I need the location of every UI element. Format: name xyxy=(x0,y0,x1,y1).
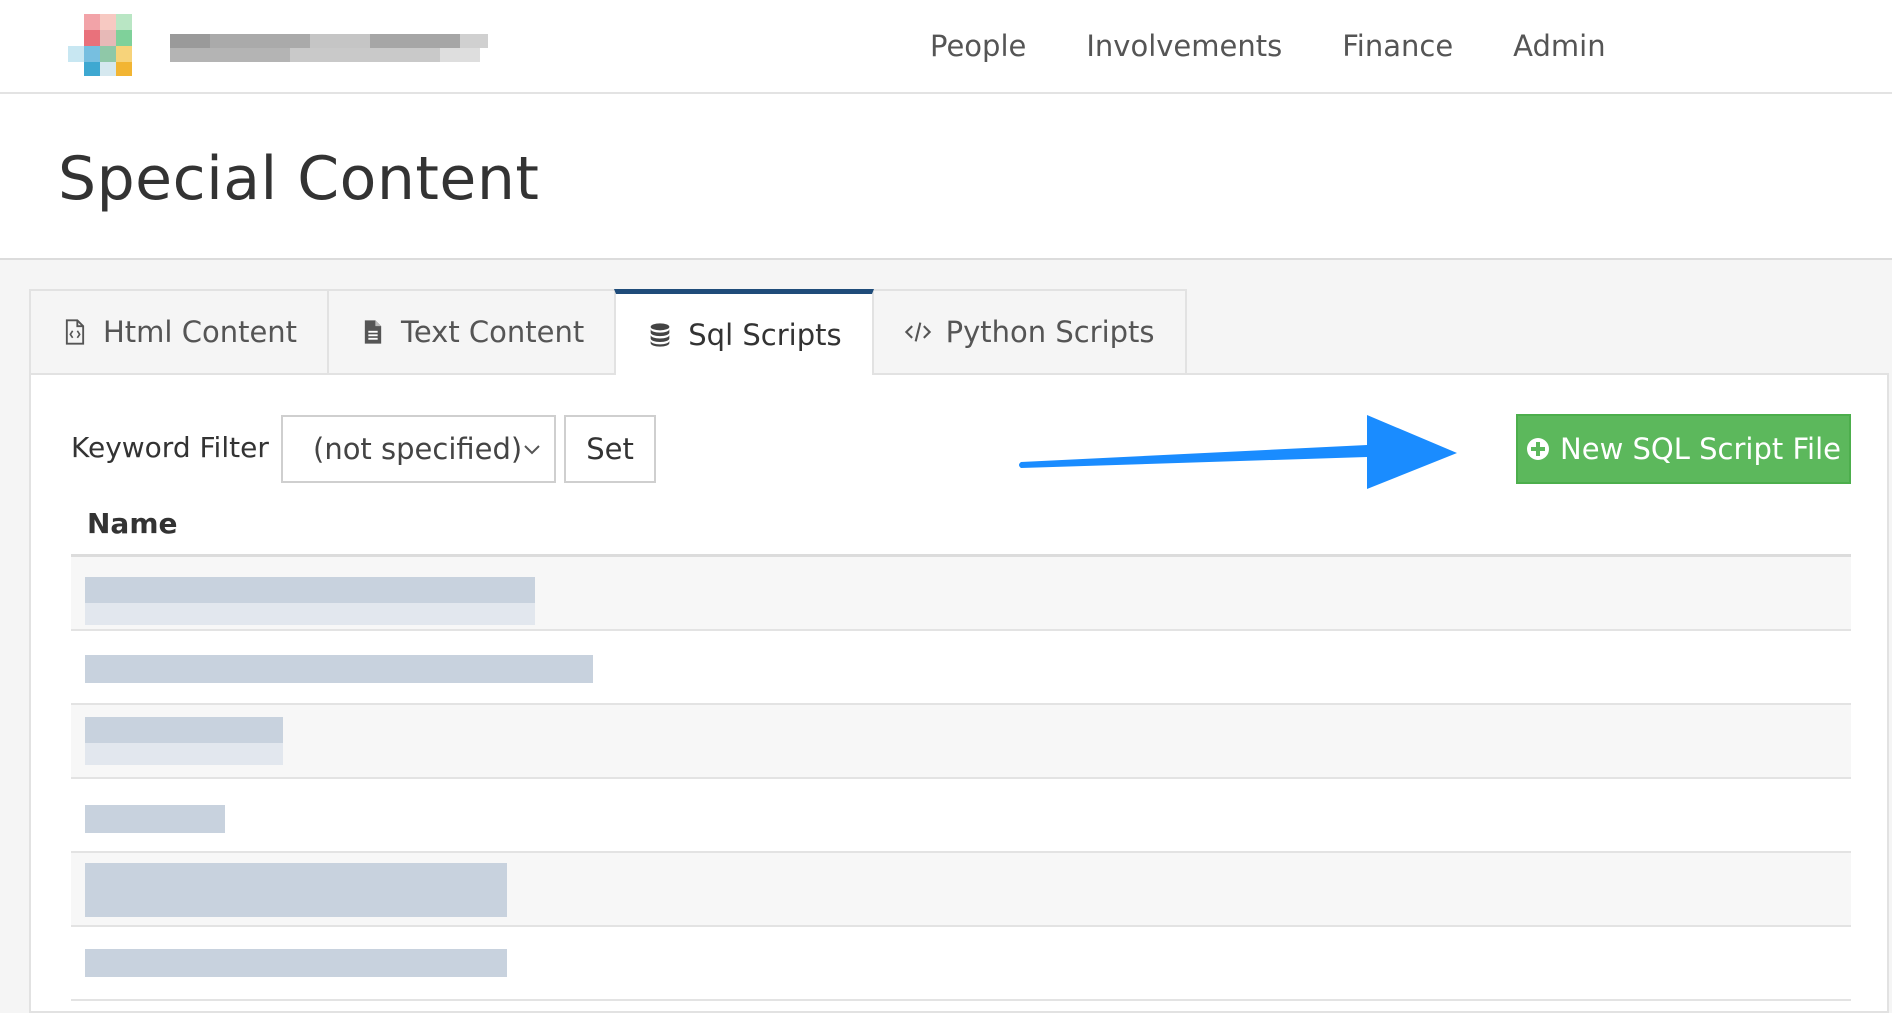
top-navbar: People Involvements Finance Admin xyxy=(0,0,1892,94)
code-icon xyxy=(904,322,931,342)
keyword-filter-label: Keyword Filter xyxy=(71,431,269,464)
content-tabs: Html Content Text Content Sql Scripts Py… xyxy=(29,289,1187,375)
page-title: Special Content xyxy=(58,144,540,214)
chevron-down-icon xyxy=(524,445,540,455)
html-file-icon xyxy=(65,319,85,345)
tab-panel: Keyword Filter (not specified) Set New S… xyxy=(29,373,1889,1013)
tab-python-scripts[interactable]: Python Scripts xyxy=(871,289,1187,373)
tab-label: Text Content xyxy=(401,315,585,349)
scripts-table: Name xyxy=(71,497,1851,1001)
tab-text-content[interactable]: Text Content xyxy=(327,289,617,373)
text-file-icon xyxy=(364,320,382,344)
tab-label: Sql Scripts xyxy=(688,317,842,352)
table-row[interactable] xyxy=(71,557,1851,631)
nav-admin[interactable]: Admin xyxy=(1513,29,1605,63)
table-row[interactable] xyxy=(71,779,1851,853)
tab-label: Python Scripts xyxy=(945,315,1155,349)
annotation-arrow xyxy=(1019,415,1457,489)
select-value: (not specified) xyxy=(313,432,523,466)
nav-finance[interactable]: Finance xyxy=(1342,29,1453,63)
logo[interactable] xyxy=(68,14,488,76)
keyword-filter-select[interactable]: (not specified) xyxy=(281,415,556,483)
tab-sql-scripts[interactable]: Sql Scripts xyxy=(614,289,874,375)
main-nav: People Involvements Finance Admin xyxy=(930,0,1666,92)
nav-people[interactable]: People xyxy=(930,29,1026,63)
tab-html-content[interactable]: Html Content xyxy=(29,289,330,373)
set-button[interactable]: Set xyxy=(564,415,656,483)
new-button-label: New SQL Script File xyxy=(1560,432,1841,466)
nav-involvements[interactable]: Involvements xyxy=(1086,29,1282,63)
table-row[interactable] xyxy=(71,853,1851,927)
new-sql-script-button[interactable]: New SQL Script File xyxy=(1516,414,1851,484)
table-row[interactable] xyxy=(71,631,1851,705)
table-row[interactable] xyxy=(71,705,1851,779)
column-header-name: Name xyxy=(71,497,1851,557)
page-header: Special Content xyxy=(0,94,1892,260)
plus-circle-icon xyxy=(1527,438,1550,460)
table-row[interactable] xyxy=(71,927,1851,1001)
database-icon xyxy=(650,322,670,347)
tab-label: Html Content xyxy=(103,315,298,349)
